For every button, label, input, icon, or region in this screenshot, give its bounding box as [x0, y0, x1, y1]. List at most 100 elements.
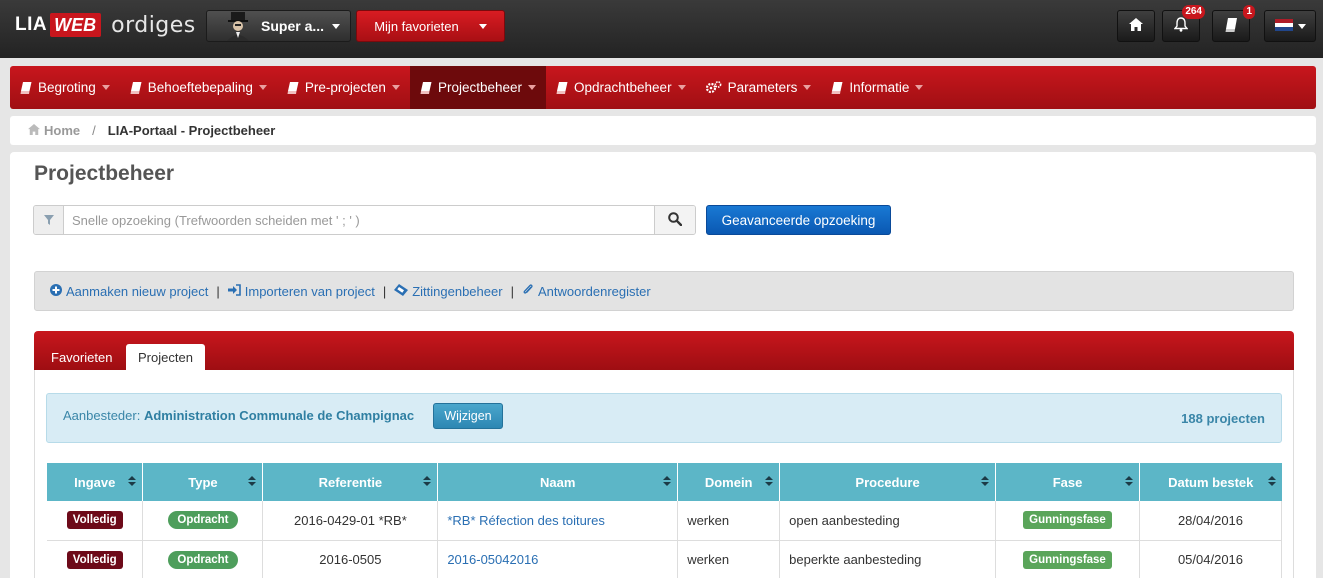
import-project-link[interactable]: Importeren van project [227, 283, 375, 299]
tab-favorieten[interactable]: Favorieten [39, 344, 124, 370]
column-header-fase[interactable]: Fase [995, 463, 1140, 501]
projects-table: Ingave Type Referentie Naam Domein Proce… [47, 463, 1283, 578]
domein-cell: werken [677, 540, 781, 578]
aanbesteder-name: Administration Communale de Champignac [143, 408, 415, 423]
nav-item-behoeftebepaling[interactable]: Behoeftebepaling [120, 66, 277, 109]
create-project-link[interactable]: Aanmaken nieuw project [50, 283, 208, 299]
table-header-row: Ingave Type Referentie Naam Domein Proce… [47, 463, 1282, 501]
nav-item-pre-projecten[interactable]: Pre-projecten [277, 66, 410, 109]
procedure-cell: open aanbesteding [779, 501, 997, 541]
notifications-badge: 264 [1182, 5, 1205, 19]
project-name-link[interactable]: *RB* Réfection des toitures [447, 513, 605, 528]
chevron-down-icon [915, 85, 924, 90]
tab-bar: Favorieten Projecten [34, 331, 1294, 370]
procedure-cell: beperkte aanbesteding [779, 540, 997, 578]
tab-projecten[interactable]: Projecten [126, 344, 205, 370]
type-badge: Opdracht [168, 511, 238, 530]
filter-icon[interactable] [34, 206, 64, 234]
chevron-down-icon [1297, 23, 1306, 29]
column-header-label: Ingave [74, 474, 116, 490]
search-icon [668, 211, 683, 229]
import-project-label: Importeren van project [244, 283, 375, 299]
sort-icon [663, 476, 672, 486]
search-input[interactable] [64, 206, 654, 234]
table-row[interactable]: Volledig Opdracht 2016-0505 2016-0504201… [47, 540, 1283, 578]
top-bar: LIA WEB ordiges Super a... Mijn favoriet… [0, 0, 1323, 58]
column-header-naam[interactable]: Naam [437, 463, 679, 501]
sort-icon [248, 476, 257, 486]
breadcrumb-home[interactable]: Home [28, 123, 80, 138]
breadcrumb-separator: / [92, 123, 96, 138]
sort-icon [128, 476, 137, 486]
sort-icon [1124, 476, 1133, 486]
documents-button[interactable]: 1 [1212, 5, 1255, 42]
page-title: Projectbeheer [34, 162, 175, 185]
book-icon [1225, 17, 1238, 35]
project-name-link[interactable]: 2016-05042016 [447, 552, 538, 567]
column-header-label: Procedure [855, 474, 920, 490]
user-menu-button[interactable]: Super a... [206, 10, 351, 42]
column-header-procedure[interactable]: Procedure [779, 463, 997, 501]
notifications-button[interactable]: 264 [1162, 5, 1205, 42]
search-button[interactable] [654, 206, 695, 234]
column-header-datum-bestek[interactable]: Datum bestek [1139, 463, 1282, 501]
action-separator: | [382, 283, 387, 299]
home-button[interactable] [1117, 10, 1155, 42]
book-icon [556, 81, 568, 94]
action-bar: Aanmaken nieuw project | Importeren van … [34, 271, 1294, 311]
column-header-type[interactable]: Type [142, 463, 264, 501]
advanced-search-button[interactable]: Geavanceerde opzoeking [706, 205, 891, 235]
nav-item-label: Informatie [849, 80, 910, 95]
nav-item-label: Begroting [38, 80, 96, 95]
home-icon [28, 123, 40, 138]
nav-item-opdrachtbeheer[interactable]: Opdrachtbeheer [546, 66, 696, 109]
change-aanbesteder-button[interactable]: Wijzigen [433, 403, 503, 429]
fase-badge: Gunningsfase [1023, 511, 1112, 530]
breadcrumb-home-label: Home [44, 123, 81, 138]
nav-item-begroting[interactable]: Begroting [10, 66, 120, 109]
datum-cell: 28/04/2016 [1139, 501, 1283, 541]
brand-logo[interactable]: LIA WEB ordiges [15, 11, 196, 39]
column-header-label: Fase [1052, 474, 1083, 490]
sessions-link[interactable]: Zittingenbeheer [394, 283, 503, 299]
ingave-badge: Volledig [66, 511, 123, 530]
nav-item-informatie[interactable]: Informatie [821, 66, 933, 109]
sort-icon [765, 476, 774, 486]
project-count: 188 projecten [1181, 411, 1265, 426]
bell-icon [1173, 17, 1189, 35]
chevron-down-icon [332, 23, 341, 29]
plus-circle-icon [50, 283, 62, 299]
brand-lia: LIA [15, 14, 48, 35]
main-panel: Projectbeheer Geavanceerde opzoeking Aan… [10, 152, 1316, 578]
answers-register-link[interactable]: Antwoordenregister [522, 283, 651, 299]
fase-badge: Gunningsfase [1023, 550, 1112, 569]
action-separator: | [510, 283, 514, 299]
nav-item-label: Parameters [727, 80, 798, 95]
favorites-button[interactable]: Mijn favorieten [356, 10, 505, 42]
breadcrumb: Home / LIA-Portaal - Projectbeheer [10, 116, 1316, 145]
table-row[interactable]: Volledig Opdracht 2016-0429-01 *RB* *RB*… [47, 501, 1283, 541]
column-header-domein[interactable]: Domein [677, 463, 781, 501]
nav-item-parameters[interactable]: Parameters [696, 66, 822, 109]
column-header-label: Naam [540, 474, 576, 490]
chevron-down-icon [101, 85, 110, 90]
column-header-referentie[interactable]: Referentie [262, 463, 439, 501]
quick-search [33, 205, 696, 235]
domein-cell: werken [677, 501, 781, 541]
chevron-down-icon [803, 85, 812, 90]
gears-icon [705, 81, 722, 94]
referentie-cell: 2016-0505 [262, 540, 439, 578]
chevron-down-icon [478, 23, 487, 29]
book-icon [831, 81, 843, 94]
ticket-icon [394, 283, 409, 299]
main-nav: Begroting Behoeftebepaling Pre-projecten… [10, 66, 1316, 109]
sign-in-icon [227, 283, 241, 299]
language-button[interactable] [1264, 10, 1316, 42]
nav-item-projectbeheer[interactable]: Projectbeheer [409, 66, 546, 109]
avatar [223, 11, 253, 41]
datum-cell: 05/04/2016 [1139, 540, 1283, 578]
chevron-down-icon [258, 85, 267, 90]
column-header-ingave[interactable]: Ingave [47, 463, 144, 501]
book-icon [420, 81, 432, 94]
column-header-label: Domein [704, 474, 753, 490]
